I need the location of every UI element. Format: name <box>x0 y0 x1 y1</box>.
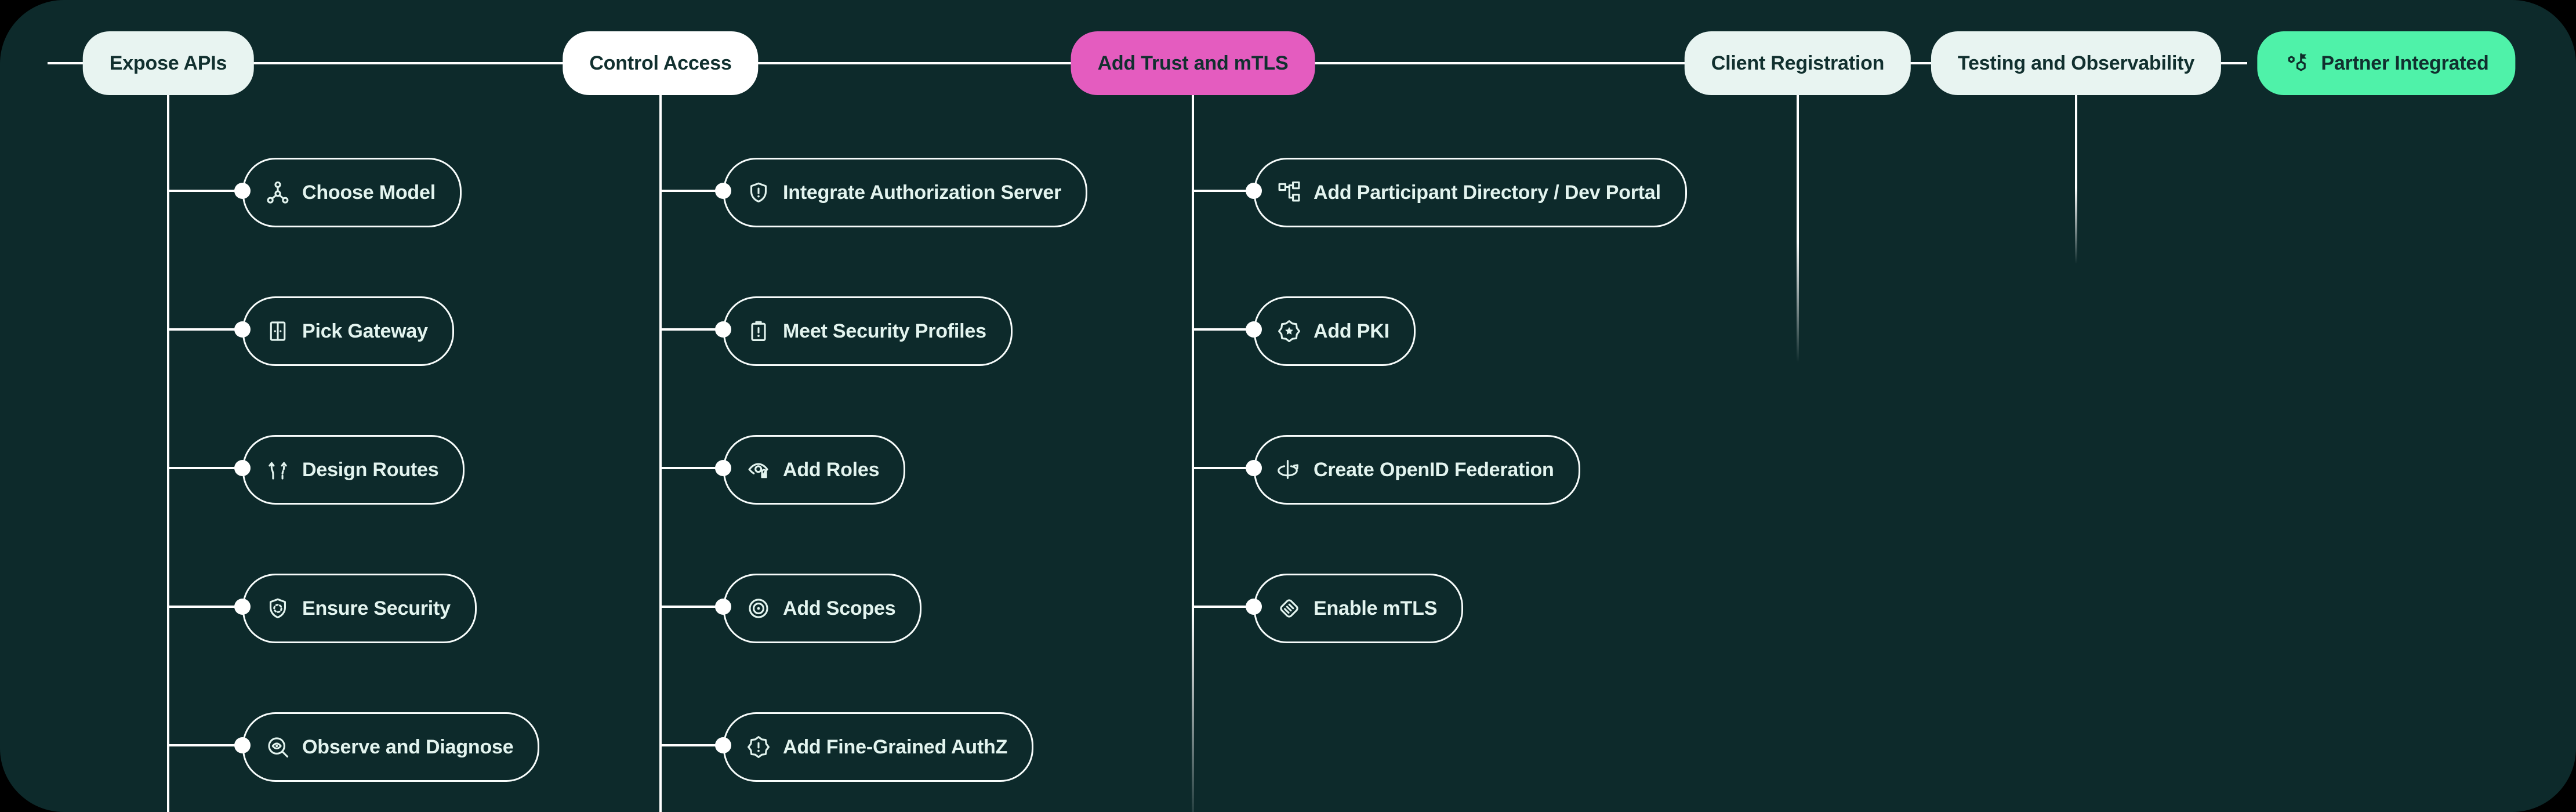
connector-line <box>168 467 242 469</box>
branch-line-1 <box>167 95 169 812</box>
milestone-pill-control-access[interactable]: Control Access <box>563 31 758 95</box>
task-label: Add Scopes <box>783 597 895 620</box>
connector-dot <box>715 183 731 199</box>
task-label: Meet Security Profiles <box>783 320 986 343</box>
connector-line <box>661 328 723 331</box>
connector-dot <box>234 183 251 199</box>
task-label: Observe and Diagnose <box>302 736 513 759</box>
task-label: Pick Gateway <box>302 320 428 343</box>
connector-dot <box>1246 599 1262 615</box>
task-label: Create OpenID Federation <box>1314 459 1554 481</box>
roadmap-canvas: Choose Model Pick Gateway Design Routes Ens… <box>0 0 2576 812</box>
connector-line <box>661 744 723 746</box>
branch-line-4 <box>1797 95 1799 362</box>
connector-dot <box>1246 183 1262 199</box>
task-pill-add-roles[interactable]: Add Roles <box>723 435 905 505</box>
task-label: Ensure Security <box>302 597 451 620</box>
connector-dot <box>715 599 731 615</box>
connector-dot <box>715 737 731 753</box>
task-pill-ensure-security[interactable]: Ensure Security <box>242 574 477 643</box>
milestone-label: Partner Integrated <box>2321 52 2488 75</box>
task-pill-meet-security-profiles[interactable]: Meet Security Profiles <box>723 296 1013 366</box>
task-label: Integrate Authorization Server <box>783 182 1061 204</box>
milestone-flag-icon <box>2284 50 2310 77</box>
roadmap-panel: Choose Model Pick Gateway Design Routes Ens… <box>0 0 2576 812</box>
decision-tree-icon <box>265 180 291 205</box>
task-pill-create-openid-federation[interactable]: Create OpenID Federation <box>1254 435 1580 505</box>
task-pill-enable-mtls[interactable]: Enable mTLS <box>1254 574 1463 643</box>
milestone-label: Expose APIs <box>110 52 227 75</box>
target-icon <box>746 596 771 621</box>
task-pill-add-scopes[interactable]: Add Scopes <box>723 574 921 643</box>
connector-dot <box>234 321 251 338</box>
task-pill-add-pki[interactable]: Add PKI <box>1254 296 1416 366</box>
task-pill-add-fine-grained-authz[interactable]: Add Fine-Grained AuthZ <box>723 712 1033 782</box>
connector-dot <box>1246 460 1262 476</box>
milestone-label: Control Access <box>589 52 731 75</box>
route-fork-icon <box>265 457 291 483</box>
gateway-door-icon <box>265 318 291 344</box>
task-pill-observe-and-diagnose[interactable]: Observe and Diagnose <box>242 712 539 782</box>
branch-line-3 <box>1192 95 1194 812</box>
connector-dot <box>715 460 731 476</box>
connector-line <box>168 190 242 192</box>
connector-line <box>168 328 242 331</box>
clipboard-alert-icon <box>746 318 771 344</box>
milestone-pill-partner-integrated[interactable]: Partner Integrated <box>2257 31 2515 95</box>
milestone-label: Testing and Observability <box>1958 52 2194 75</box>
connector-line <box>168 744 242 746</box>
connector-dot <box>234 460 251 476</box>
connector-dot <box>234 599 251 615</box>
connector-line <box>661 606 723 608</box>
eye-lock-icon <box>746 457 771 483</box>
task-label: Add Roles <box>783 459 879 481</box>
seal-alert-icon <box>746 734 771 760</box>
connector-line <box>661 190 723 192</box>
connector-line <box>1193 606 1254 608</box>
task-label: Add Fine-Grained AuthZ <box>783 736 1007 759</box>
milestone-label: Client Registration <box>1711 52 1884 75</box>
milestone-pill-testing-and-observability[interactable]: Testing and Observability <box>1931 31 2221 95</box>
milestone-label: Add Trust and mTLS <box>1098 52 1289 75</box>
connector-line <box>1193 328 1254 331</box>
milestone-pill-add-trust-and-mtls[interactable]: Add Trust and mTLS <box>1071 31 1315 95</box>
org-chart-icon <box>1276 180 1302 205</box>
connector-line <box>661 467 723 469</box>
connector-dot <box>1246 321 1262 338</box>
connector-line <box>1193 467 1254 469</box>
branch-line-2 <box>659 95 662 812</box>
connector-dot <box>715 321 731 338</box>
branch-line-5 <box>2075 95 2077 264</box>
connector-line <box>168 606 242 608</box>
task-pill-pick-gateway[interactable]: Pick Gateway <box>242 296 454 366</box>
connector-line <box>1193 190 1254 192</box>
openid-federation-icon <box>1276 457 1302 483</box>
hatched-shield-icon <box>1276 596 1302 621</box>
task-label: Add PKI <box>1314 320 1389 343</box>
task-label: Choose Model <box>302 182 436 204</box>
task-label: Design Routes <box>302 459 438 481</box>
task-label: Enable mTLS <box>1314 597 1437 620</box>
task-pill-choose-model[interactable]: Choose Model <box>242 158 462 227</box>
connector-dot <box>234 737 251 753</box>
magnifier-eye-icon <box>265 734 291 760</box>
shield-scan-icon <box>265 596 291 621</box>
seal-star-icon <box>1276 318 1302 344</box>
shield-alert-icon <box>746 180 771 205</box>
milestone-pill-client-registration[interactable]: Client Registration <box>1685 31 1911 95</box>
task-label: Add Participant Directory / Dev Portal <box>1314 182 1661 204</box>
task-pill-integrate-authorization-server[interactable]: Integrate Authorization Server <box>723 158 1087 227</box>
task-pill-design-routes[interactable]: Design Routes <box>242 435 465 505</box>
task-pill-add-participant-directory-dev-portal[interactable]: Add Participant Directory / Dev Portal <box>1254 158 1687 227</box>
milestone-pill-expose-apis[interactable]: Expose APIs <box>83 31 254 95</box>
